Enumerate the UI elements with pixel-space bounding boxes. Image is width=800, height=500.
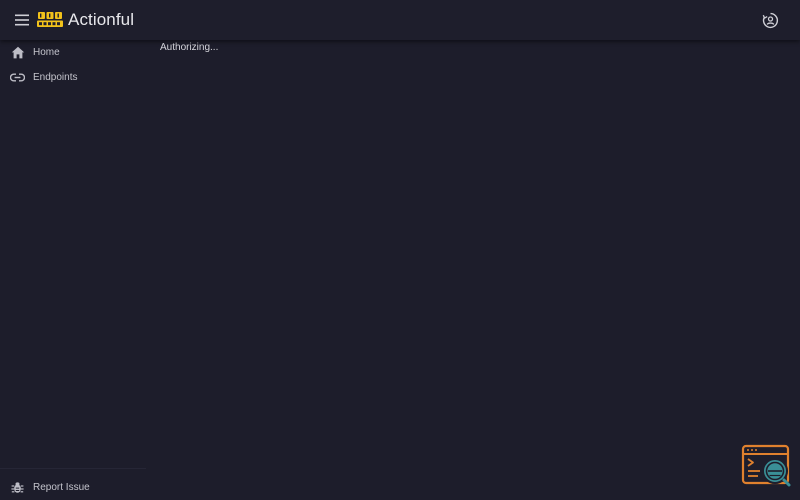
dev-tools-icon bbox=[741, 444, 791, 487]
link-icon bbox=[10, 70, 25, 85]
account-circle-icon bbox=[762, 12, 778, 28]
app-title: Actionful bbox=[68, 10, 135, 29]
app-root: Actionful Home Endpoints Report Issue Au… bbox=[0, 0, 800, 500]
dev-tools-button[interactable] bbox=[741, 444, 793, 490]
quark-logo bbox=[37, 12, 63, 27]
sidebar-item-home[interactable]: Home bbox=[0, 40, 146, 66]
sidebar: Home Endpoints Report Issue bbox=[0, 40, 146, 500]
sidebar-item-label: Report Issue bbox=[33, 482, 90, 493]
home-icon bbox=[10, 45, 25, 60]
bug-icon bbox=[10, 480, 25, 495]
sidebar-item-report-issue[interactable]: Report Issue bbox=[0, 475, 146, 500]
menu-button[interactable] bbox=[11, 9, 33, 31]
account-button[interactable] bbox=[760, 10, 780, 30]
menu-icon bbox=[15, 14, 29, 26]
sidebar-item-endpoints[interactable]: Endpoints bbox=[0, 65, 146, 91]
app-header: Actionful bbox=[0, 0, 800, 40]
sidebar-item-label: Home bbox=[33, 47, 60, 58]
auth-status-text: Authorizing... bbox=[160, 42, 219, 53]
sidebar-divider bbox=[0, 468, 146, 469]
sidebar-item-label: Endpoints bbox=[33, 72, 78, 83]
